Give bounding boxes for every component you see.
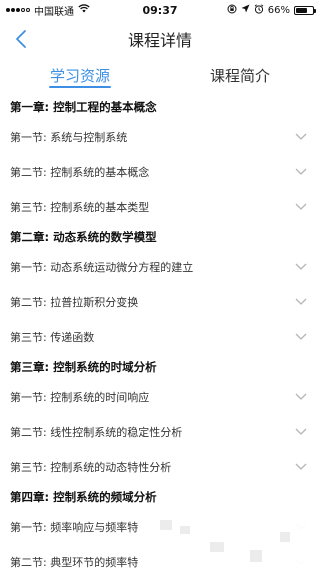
carrier-label: 中国联通 xyxy=(34,6,74,18)
chapter-heading: 第四章: 控制系统的频域分析 xyxy=(10,489,157,504)
section-item[interactable]: 第三节: 控制系统的基本类型 xyxy=(0,189,320,224)
back-button[interactable] xyxy=(8,26,34,52)
tab-label: 课程简介 xyxy=(209,66,270,85)
alarm-icon xyxy=(254,3,264,17)
status-bar: 中国联通 09:37 66% xyxy=(0,0,320,20)
section-label: 第二节: 线性控制系统的稳定性分析 xyxy=(10,425,183,439)
tab-bar: 学习资源 课程简介 xyxy=(0,58,320,92)
section-item[interactable]: 第三节: 传递函数 xyxy=(0,319,320,354)
chevron-down-icon xyxy=(294,390,308,404)
chevron-down-icon xyxy=(294,130,308,144)
chevron-down-icon xyxy=(294,425,308,439)
section-label: 第二节: 典型环节的频率特 xyxy=(10,555,139,569)
chapter-heading: 第一章: 控制工程的基本概念 xyxy=(10,99,157,114)
chevron-left-icon xyxy=(16,30,26,48)
chapter-heading: 第三章: 控制系统的时域分析 xyxy=(10,359,157,374)
section-label: 第三节: 控制系统的基本类型 xyxy=(10,200,150,214)
section-label: 第一节: 控制系统的时间响应 xyxy=(10,390,150,404)
status-left: 中国联通 xyxy=(6,3,90,18)
chevron-down-icon xyxy=(294,330,308,344)
location-icon xyxy=(241,4,250,16)
page-title: 课程详情 xyxy=(127,31,192,50)
chevron-down-icon xyxy=(294,295,308,309)
wifi-icon xyxy=(78,4,90,16)
section-label: 第三节: 控制系统的动态特性分析 xyxy=(10,460,172,474)
battery-icon xyxy=(294,5,316,15)
signal-strength-icon xyxy=(6,8,30,12)
section-label: 第一节: 系统与控制系统 xyxy=(10,130,128,144)
navigation-bar: 课程详情 xyxy=(0,20,320,58)
section-label: 第三节: 传递函数 xyxy=(10,330,95,344)
section-label: 第二节: 控制系统的基本概念 xyxy=(10,165,150,179)
section-item[interactable]: 第一节: 控制系统的时间响应 xyxy=(0,379,320,414)
section-item[interactable]: 第一节: 动态系统运动微分方程的建立 xyxy=(0,249,320,284)
section-label: 第二节: 拉普拉斯积分变换 xyxy=(10,295,139,309)
tab-course-intro[interactable]: 课程简介 xyxy=(160,58,320,92)
chevron-down-icon xyxy=(294,460,308,474)
tab-label: 学习资源 xyxy=(49,66,110,85)
section-item[interactable]: 第三节: 控制系统的动态特性分析 xyxy=(0,449,320,484)
battery-fill xyxy=(296,7,307,13)
section-item[interactable]: 第二节: 拉普拉斯积分变换 xyxy=(0,284,320,319)
chevron-down-icon xyxy=(294,200,308,214)
section-label: 第一节: 频率响应与频率特 xyxy=(10,520,139,534)
lock-rotation-icon xyxy=(227,4,237,17)
course-outline-list: 第一章: 控制工程的基本概念 第一节: 系统与控制系统 第二节: 控制系统的基本… xyxy=(0,92,320,569)
pixelated-overlay xyxy=(140,512,320,569)
battery-percent: 66% xyxy=(267,4,290,16)
tab-learning-resources[interactable]: 学习资源 xyxy=(0,58,160,92)
chevron-down-icon xyxy=(294,165,308,179)
section-item[interactable]: 第一节: 系统与控制系统 xyxy=(0,119,320,154)
section-item[interactable]: 第二节: 线性控制系统的稳定性分析 xyxy=(0,414,320,449)
chevron-down-icon xyxy=(294,260,308,274)
section-item[interactable]: 第二节: 控制系统的基本概念 xyxy=(0,154,320,189)
chapter-heading: 第二章: 动态系统的数学模型 xyxy=(10,229,157,244)
status-right: 66% xyxy=(227,3,316,17)
section-label: 第一节: 动态系统运动微分方程的建立 xyxy=(10,260,194,274)
active-tab-indicator xyxy=(49,86,111,88)
